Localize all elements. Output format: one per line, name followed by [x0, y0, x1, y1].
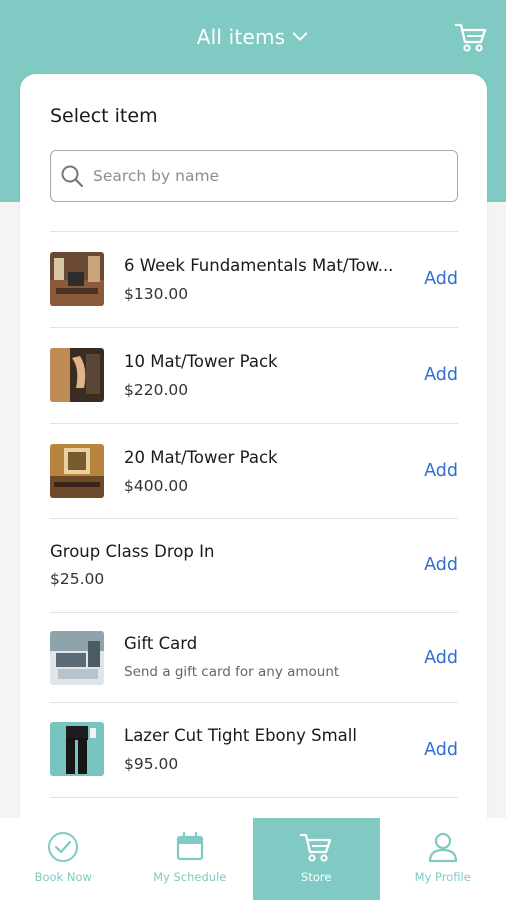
search-input[interactable] [93, 167, 433, 185]
list-item[interactable]: Lazer Cut Tight Ebony Small $95.00 Add [50, 702, 458, 798]
item-name: 6 Week Fundamentals Mat/Tow... [124, 256, 394, 275]
item-thumbnail [50, 444, 104, 498]
item-name: Gift Card [124, 634, 198, 653]
item-list: 6 Week Fundamentals Mat/Tow... $130.00 A… [50, 231, 458, 798]
item-price: $400.00 [124, 477, 189, 495]
profile-icon [428, 832, 457, 863]
card-title: Select item [50, 105, 158, 127]
add-button[interactable]: Add [424, 365, 458, 385]
add-button[interactable]: Add [424, 269, 458, 289]
tab-book-now[interactable]: Book Now [0, 818, 127, 900]
add-button[interactable]: Add [424, 648, 458, 668]
item-price: $130.00 [124, 285, 189, 303]
item-price: $25.00 [50, 570, 105, 588]
category-dropdown[interactable]: All items [0, 25, 506, 49]
list-item[interactable]: 6 Week Fundamentals Mat/Tow... $130.00 A… [50, 231, 458, 327]
cart-icon[interactable] [454, 20, 488, 54]
tab-my-profile[interactable]: My Profile [380, 818, 506, 900]
item-name: 20 Mat/Tower Pack [124, 448, 278, 467]
item-name: Group Class Drop In [50, 542, 215, 561]
item-name: 10 Mat/Tower Pack [124, 352, 278, 371]
check-circle-icon [48, 832, 79, 862]
calendar-icon [176, 831, 203, 861]
select-item-card: Select item 6 Week Fundamentals Mat/Tow.… [20, 74, 487, 834]
list-item[interactable]: 10 Mat/Tower Pack $220.00 Add [50, 327, 458, 423]
list-item[interactable]: 20 Mat/Tower Pack $400.00 Add [50, 423, 458, 518]
tab-label: Store [301, 870, 332, 884]
tab-label: My Profile [414, 870, 471, 884]
app-header: All items [0, 0, 506, 76]
tab-label: Book Now [34, 870, 92, 884]
item-thumbnail [50, 722, 104, 776]
category-dropdown-label: All items [196, 25, 286, 49]
item-thumbnail [50, 631, 104, 685]
list-item[interactable]: Group Class Drop In $25.00 Add [50, 518, 458, 612]
cart-icon [300, 833, 332, 862]
chevron-down-icon [292, 32, 308, 41]
tab-label: My Schedule [153, 870, 227, 884]
item-thumbnail [50, 252, 104, 306]
item-thumbnail [50, 348, 104, 402]
item-price: $220.00 [124, 381, 189, 399]
list-item[interactable]: Gift Card Send a gift card for any amoun… [50, 612, 458, 702]
bottom-tab-bar: Book Now My Schedule Store My Profile [0, 818, 506, 900]
tab-my-schedule[interactable]: My Schedule [127, 818, 254, 900]
item-price: $95.00 [124, 755, 179, 773]
item-name: Lazer Cut Tight Ebony Small [124, 726, 357, 745]
add-button[interactable]: Add [424, 461, 458, 481]
search-icon [61, 165, 84, 188]
add-button[interactable]: Add [424, 555, 458, 575]
item-subtitle: Send a gift card for any amount [124, 664, 340, 680]
tab-store[interactable]: Store [253, 818, 380, 900]
search-field[interactable] [50, 150, 458, 202]
add-button[interactable]: Add [424, 740, 458, 760]
